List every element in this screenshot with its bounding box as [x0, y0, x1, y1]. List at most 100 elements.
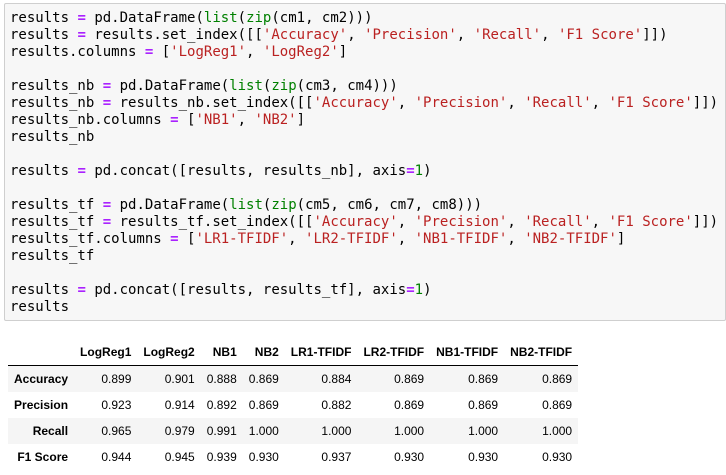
code-token: , [397, 231, 415, 247]
table-cell: 0.991 [206, 424, 237, 438]
code-token: [ [178, 112, 196, 128]
table-cell: 1.000 [248, 424, 279, 438]
code-token: , [288, 231, 306, 247]
code-editor[interactable]: results = pd.DataFrame(list(zip(cm1, cm2… [10, 10, 725, 316]
code-token: = [102, 78, 112, 94]
code-token: 'Precision' [414, 214, 508, 230]
table-header-row: LogReg1 LogReg2 NB1 NB2 LR1-TFIDF LR2-TF… [8, 339, 579, 366]
code-token: pd.concat([results, results_nb], axis [85, 163, 407, 179]
table-cell: 0.869 [248, 372, 279, 386]
code-line: results_nb.columns = ['NB1', 'NB2'] [10, 112, 725, 129]
row-label: Accuracy [14, 372, 69, 386]
code-token: , [397, 95, 415, 111]
code-token: 'Accuracy' [313, 95, 398, 111]
column-header: NB2 [242, 339, 285, 366]
column-header: NB2-TFIDF [504, 339, 579, 366]
code-line: results_nb = pd.DataFrame(list(zip(cm3, … [10, 78, 725, 95]
code-token: 'Precision' [414, 95, 508, 111]
table-cell: 0.869 [248, 398, 279, 412]
code-token: 'F1 Score' [557, 27, 643, 43]
code-token: 'F1 Score' [608, 214, 693, 230]
table-cell: 0.944 [101, 450, 132, 464]
table-cell: 0.937 [321, 450, 352, 464]
code-token: ]]) [692, 214, 719, 230]
code-token: 'Recall' [524, 214, 592, 230]
code-token: results_nb [10, 78, 95, 94]
code-token: results_nb [10, 95, 95, 111]
code-token: , [591, 214, 609, 230]
code-token: results.columns [10, 44, 137, 60]
code-token: , [397, 214, 415, 230]
code-token: 1 [414, 163, 424, 179]
code-token: results_nb [10, 129, 95, 145]
code-token: = [77, 10, 86, 26]
code-token: 'Recall' [473, 27, 542, 43]
row-label: F1 Score [17, 450, 69, 464]
code-token: 'Accuracy' [313, 214, 398, 230]
code-line: results.columns = ['LogReg1', 'LogReg2'] [10, 44, 725, 61]
table-cell: 0.930 [468, 450, 499, 464]
column-header: NB1 [200, 339, 243, 366]
column-header: LogReg2 [137, 339, 201, 366]
code-token: ]]) [642, 27, 668, 43]
table-cell: 1.000 [394, 424, 425, 438]
code-token: = [102, 214, 112, 230]
code-token: list [229, 197, 263, 213]
output-area: LogReg1 LogReg2 NB1 NB2 LR1-TFIDF LR2-TF… [8, 339, 579, 470]
code-token: 'LogReg2' [262, 44, 339, 60]
index-header [8, 339, 75, 366]
code-line: results_nb = results_nb.set_index([['Acc… [10, 95, 725, 112]
row-label: Recall [32, 424, 69, 438]
code-token: results_tf.columns [10, 231, 162, 247]
table-cell: 1.000 [321, 424, 352, 438]
column-header: NB1-TFIDF [430, 339, 505, 366]
code-token: 'NB2' [254, 112, 297, 128]
code-token: 'LogReg1' [170, 44, 247, 60]
table-cell: 0.939 [206, 450, 237, 464]
table-cell: 1.000 [542, 424, 573, 438]
code-token: results_tf.set_index([[ [111, 214, 314, 230]
table-cell: 0.869 [542, 372, 573, 386]
code-line: results_nb [10, 129, 725, 146]
code-token: 'Accuracy' [262, 27, 348, 43]
code-cell[interactable]: results = pd.DataFrame(list(zip(cm1, cm2… [4, 3, 726, 321]
code-token: ] [616, 231, 626, 247]
code-token: , [456, 27, 474, 43]
code-token: ) [423, 282, 432, 298]
code-token: = [406, 282, 415, 298]
table-cell: 1.000 [468, 424, 499, 438]
code-token: = [102, 95, 112, 111]
code-token: pd.DataFrame( [111, 197, 230, 213]
results-dataframe: LogReg1 LogReg2 NB1 NB2 LR1-TFIDF LR2-TF… [8, 339, 579, 470]
table-cell: 0.869 [394, 398, 425, 412]
table-cell: 0.914 [164, 398, 195, 412]
code-token: , [237, 112, 255, 128]
code-line: results [10, 299, 725, 316]
code-token: zip [271, 78, 297, 94]
code-token: results_tf [10, 214, 95, 230]
code-token: ]]) [692, 95, 719, 111]
code-token: = [77, 282, 86, 298]
code-token: , [507, 214, 525, 230]
code-line: results_tf = pd.DataFrame(list(zip(cm5, … [10, 197, 725, 214]
code-token: zip [246, 10, 272, 26]
code-line: results = results.set_index([['Accuracy'… [10, 27, 725, 44]
code-token: , [246, 44, 263, 60]
table-cell: 0.888 [206, 372, 237, 386]
code-token: 'F1 Score' [608, 95, 693, 111]
code-line: results_tf.columns = ['LR1-TFIDF', 'LR2-… [10, 231, 725, 248]
code-token: , [347, 27, 365, 43]
code-token: results [10, 163, 70, 179]
code-token: (cm5, cm6, cm7, cm8))) [296, 197, 483, 213]
code-token: 'NB1-TFIDF' [414, 231, 508, 247]
code-token: = [170, 231, 179, 247]
code-token: (cm3, cm4))) [296, 78, 398, 94]
table-cell: 0.884 [321, 372, 352, 386]
